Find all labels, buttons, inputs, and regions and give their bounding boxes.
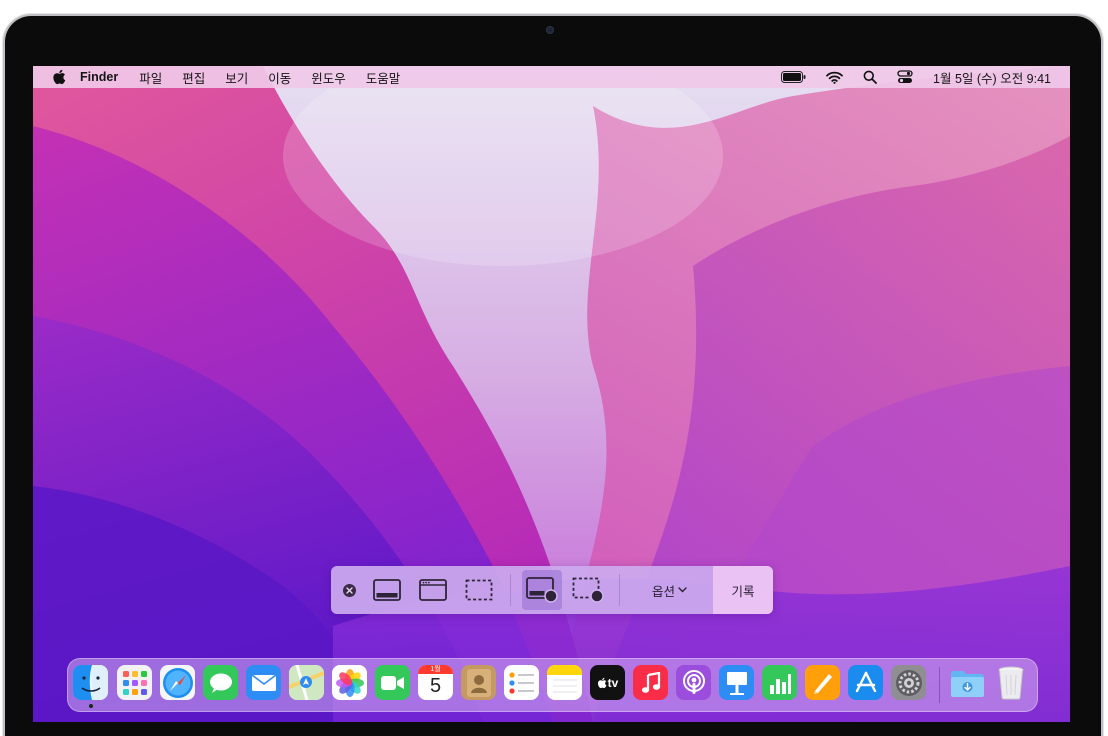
close-icon[interactable]: [343, 583, 356, 597]
reminders-icon[interactable]: [504, 665, 539, 700]
keynote-icon[interactable]: [719, 665, 754, 700]
finder-icon[interactable]: [73, 665, 108, 700]
photos-icon[interactable]: [332, 665, 367, 700]
menu-bar: Finder 파일 편집 보기 이동 윈도우 도움말 1월 5일 (수) 오전 …: [33, 66, 1070, 88]
menu-go[interactable]: 이동: [268, 68, 291, 87]
calendar-icon[interactable]: 1월 5: [418, 665, 453, 700]
webcam: [546, 26, 554, 34]
facetime-icon[interactable]: [375, 665, 410, 700]
safari-icon[interactable]: [160, 665, 195, 700]
monterey-wallpaper: [33, 66, 1070, 722]
spotlight-search-icon[interactable]: [863, 70, 877, 84]
dock-separator: [939, 667, 940, 703]
record-button[interactable]: 기록: [713, 566, 773, 614]
app-store-icon[interactable]: [848, 665, 883, 700]
tv-label: tv: [607, 675, 619, 690]
trash-icon[interactable]: [993, 665, 1028, 700]
record-entire-screen-icon[interactable]: [522, 570, 562, 610]
notes-icon[interactable]: [547, 665, 582, 700]
menu-extras: 1월 5일 (수) 오전 9:41: [761, 68, 1051, 87]
calendar-day: 5: [429, 675, 442, 697]
toolbar-separator: [619, 574, 620, 606]
control-center-icon[interactable]: [897, 70, 913, 84]
apple-menu-icon[interactable]: [52, 69, 68, 85]
tv-icon[interactable]: tv: [590, 665, 625, 700]
chevron-down-icon: [678, 587, 687, 593]
calendar-month: 1월: [418, 665, 453, 674]
app-name-menu[interactable]: Finder: [80, 70, 118, 84]
contacts-icon[interactable]: [461, 665, 496, 700]
music-icon[interactable]: [633, 665, 668, 700]
notes-header: [547, 665, 582, 675]
system-preferences-icon[interactable]: [891, 665, 926, 700]
capture-entire-screen-icon[interactable]: [367, 570, 407, 610]
battery-icon[interactable]: [781, 71, 806, 83]
capture-selection-icon[interactable]: [459, 570, 499, 610]
maps-icon[interactable]: [289, 665, 324, 700]
menu-window[interactable]: 윈도우: [311, 68, 346, 87]
numbers-icon[interactable]: [762, 665, 797, 700]
toolbar-separator: [510, 574, 511, 606]
screenshot-toolbar: 옵션 기록: [331, 566, 773, 614]
options-menu-button[interactable]: 옵션: [628, 566, 711, 614]
menu-help[interactable]: 도움말: [366, 68, 401, 87]
menu-clock[interactable]: 1월 5일 (수) 오전 9:41: [933, 68, 1051, 87]
finder-running-indicator: [89, 704, 93, 708]
options-label: 옵션: [652, 584, 676, 599]
dock: 1월 5 tv: [67, 658, 1038, 712]
podcasts-icon[interactable]: [676, 665, 711, 700]
mail-icon[interactable]: [246, 665, 281, 700]
pages-icon[interactable]: [805, 665, 840, 700]
launchpad-icon[interactable]: [117, 665, 152, 700]
desktop-screen: Finder 파일 편집 보기 이동 윈도우 도움말 1월 5일 (수) 오전 …: [33, 66, 1070, 722]
capture-window-icon[interactable]: [413, 570, 453, 610]
record-selection-icon[interactable]: [568, 570, 608, 610]
downloads-folder-icon[interactable]: [950, 665, 985, 700]
messages-icon[interactable]: [203, 665, 238, 700]
menu-file[interactable]: 파일: [139, 68, 162, 87]
menu-view[interactable]: 보기: [225, 68, 248, 87]
menu-edit[interactable]: 편집: [182, 68, 205, 87]
wifi-icon[interactable]: [826, 71, 843, 84]
